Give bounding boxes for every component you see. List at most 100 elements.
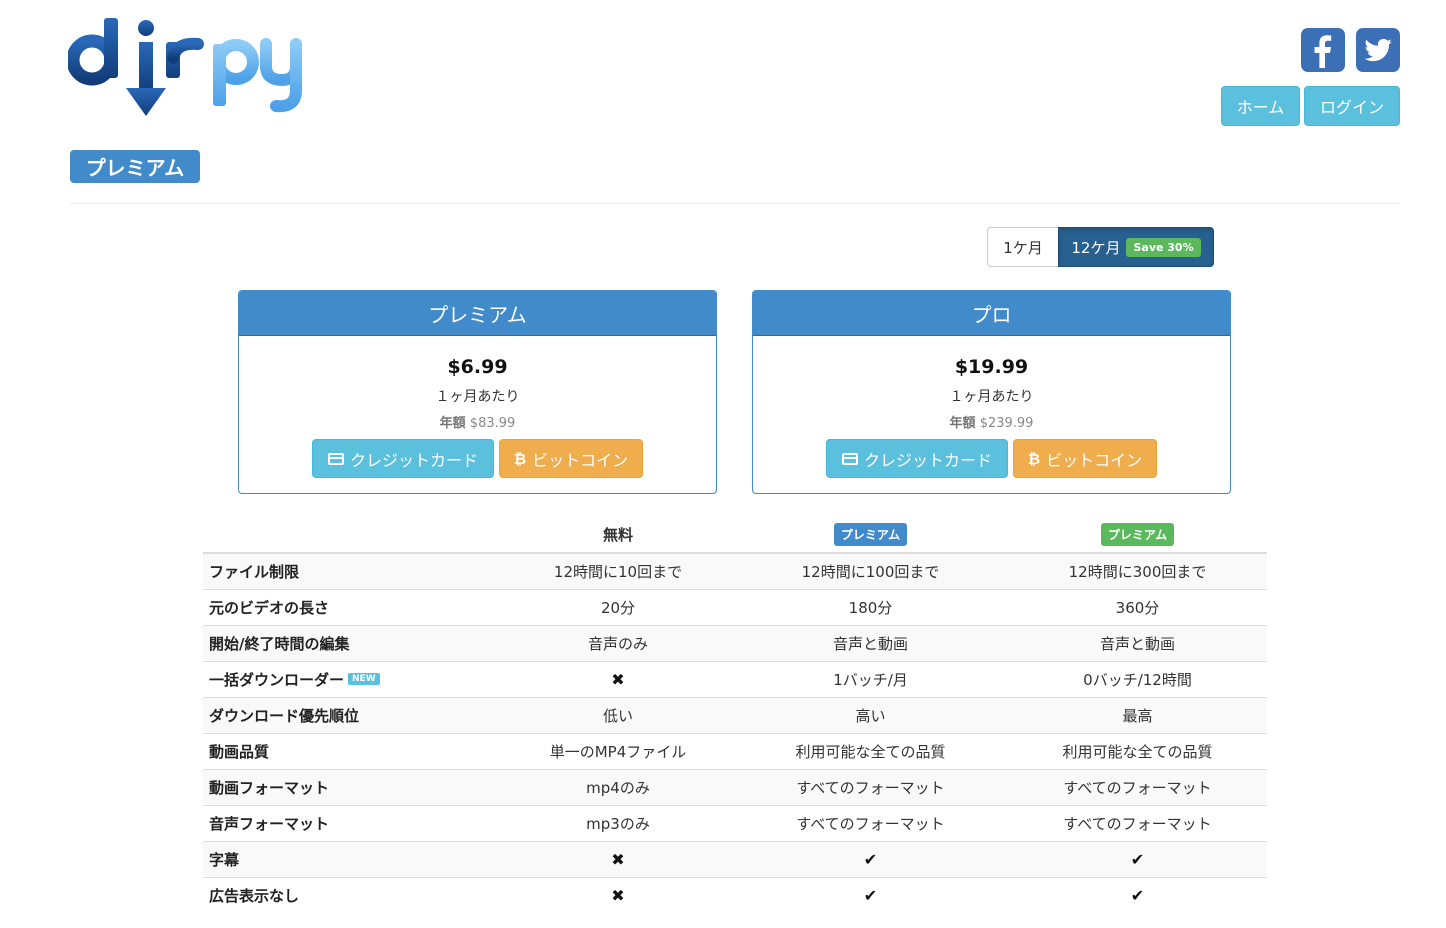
pro-value: すべてのフォーマット [1063,778,1212,797]
premium-label: プレミアム [833,523,908,546]
feature-value: 広告表示なし [209,886,300,905]
feature-cell: 字幕 [203,840,503,877]
feature-cell: 元のビデオの長さ [203,588,503,625]
facebook-icon[interactable] [1301,28,1345,72]
feature-value: ダウンロード優先順位 [209,706,360,725]
pro-value: 音声と動画 [1099,634,1175,653]
plan-per-month: １ヶ月あたり [949,389,1034,405]
pro-cell: ✔ [1008,876,1267,913]
premium-cell: 1バッチ/月 [733,660,1008,697]
credit-card-icon [327,452,344,465]
free-value: mp3のみ [586,814,650,833]
free-value: 低い [602,706,633,725]
toggle-monthly-label: 1ケ月 [1003,238,1043,257]
premium-value: 1バッチ/月 [833,670,908,689]
bitcoin-button[interactable]: ₿ ビットコイン [1013,439,1157,478]
bitcoin-button[interactable]: ₿ ビットコイン [499,439,643,478]
credit-card-button[interactable]: クレジットカード [312,439,494,478]
page-title: プレミアム [70,150,200,183]
feature-cell: ファイル制限 [203,552,503,589]
table-row: ダウンロード優先順位 低い 高い 最高 [203,696,1267,733]
feature-value: 動画フォーマット [209,778,330,797]
table-row: 一括ダウンローダー NEW ✖ 1バッチ/月 0バッチ/12時間 [203,660,1267,697]
plan-title: プロ [753,291,1230,336]
annual-label: 年額 [949,416,976,431]
twitter-icon[interactable] [1356,28,1400,72]
header-feature [203,517,503,554]
bitcoin-label: ビットコイン [1046,450,1143,470]
premium-cell: すべてのフォーマット [733,768,1008,805]
premium-cell: 高い [733,696,1008,733]
pro-value: 利用可能な全ての品質 [1062,742,1213,761]
free-cell: 音声のみ [503,624,733,661]
premium-cell: ✔ [733,876,1008,913]
pro-cell: 音声と動画 [1008,624,1267,661]
pro-value: 最高 [1122,706,1153,725]
premium-value: 12時間に100回まで [801,562,940,581]
premium-value: 利用可能な全ての品質 [795,742,946,761]
pro-cell: 12時間に300回まで [1008,552,1267,589]
plan-card-pro: プロ $19.99 １ヶ月あたり 年額 $239.99 クレジットカード ₿ ビ… [752,290,1231,494]
pro-cell: 利用可能な全ての品質 [1008,732,1267,769]
free-cell: 低い [503,696,733,733]
feature-comparison-table: 無料 プレミアム プレミアム ファイル制限 12時間に10回まで 12時間に100回… [203,517,1267,913]
feature-value: 音声フォーマット [209,814,330,833]
feature-cell: 動画フォーマット [203,768,503,805]
premium-cell: 12時間に100回まで [733,552,1008,589]
plan-price: $6.99 [447,356,508,378]
header-pro: プレミアム [1008,517,1267,554]
pro-value: 12時間に300回まで [1068,562,1207,581]
annual-value: $239.99 [979,416,1034,431]
pro-label: プレミアム [1100,523,1175,546]
premium-cell: 利用可能な全ての品質 [733,732,1008,769]
free-cell: mp3のみ [503,804,733,841]
free-cell: 12時間に10回まで [503,552,733,589]
free-value: 音声のみ [587,634,648,653]
credit-card-button[interactable]: クレジットカード [826,439,1008,478]
check-icon: ✔ [1130,849,1145,869]
premium-value: 音声と動画 [832,634,908,653]
login-button[interactable]: ログイン [1304,86,1400,126]
check-icon: ✔ [1130,885,1145,905]
pro-cell: 最高 [1008,696,1267,733]
table-header-row: 無料 プレミアム プレミアム [203,517,1267,554]
toggle-yearly-button[interactable]: 12ケ月 Save 30% [1058,227,1214,267]
free-value: 12時間に10回まで [553,562,683,581]
plan-per-month: １ヶ月あたり [435,389,520,405]
premium-cell: 180分 [733,588,1008,625]
new-badge: NEW [348,672,380,685]
free-cell: ✖ [503,660,733,697]
annual-label: 年額 [439,416,466,431]
pro-value: 360分 [1115,598,1160,617]
pro-cell: ✔ [1008,840,1267,877]
free-value: mp4のみ [586,778,650,797]
feature-cell: ダウンロード優先順位 [203,696,503,733]
free-cell: 単一のMP4ファイル [503,732,733,769]
free-cell: mp4のみ [503,768,733,805]
dirpy-logo[interactable] [68,14,308,124]
period-toggle: 1ケ月 12ケ月 Save 30% [987,227,1214,267]
pro-cell: 0バッチ/12時間 [1008,660,1267,697]
pro-value: 0バッチ/12時間 [1083,670,1192,689]
table-row: 音声フォーマット mp3のみ すべてのフォーマット すべてのフォーマット [203,804,1267,841]
credit-card-label: クレジットカード [349,450,478,470]
header-premium: プレミアム [733,517,1008,554]
table-row: 動画品質 単一のMP4ファイル 利用可能な全ての品質 利用可能な全ての品質 [203,732,1267,769]
check-icon: ✔ [863,885,878,905]
feature-cell: 広告表示なし [203,876,503,913]
cross-icon: ✖ [611,669,625,689]
toggle-monthly-button[interactable]: 1ケ月 [987,227,1058,267]
premium-value: 高い [855,706,886,725]
plan-annual: 年額 $239.99 [753,412,1230,431]
table-row: ファイル制限 12時間に10回まで 12時間に100回まで 12時間に300回まで [203,552,1267,589]
free-value: 単一のMP4ファイル [549,742,687,761]
toggle-yearly-label: 12ケ月 [1071,238,1121,257]
bitcoin-icon: ₿ [1027,449,1041,468]
plan-price: $19.99 [954,356,1029,378]
feature-cell: 動画品質 [203,732,503,769]
cross-icon: ✖ [611,885,625,905]
table-row: 開始/終了時間の編集 音声のみ 音声と動画 音声と動画 [203,624,1267,661]
home-button[interactable]: ホーム [1221,86,1300,126]
cross-icon: ✖ [611,849,625,869]
pro-value: すべてのフォーマット [1063,814,1212,833]
